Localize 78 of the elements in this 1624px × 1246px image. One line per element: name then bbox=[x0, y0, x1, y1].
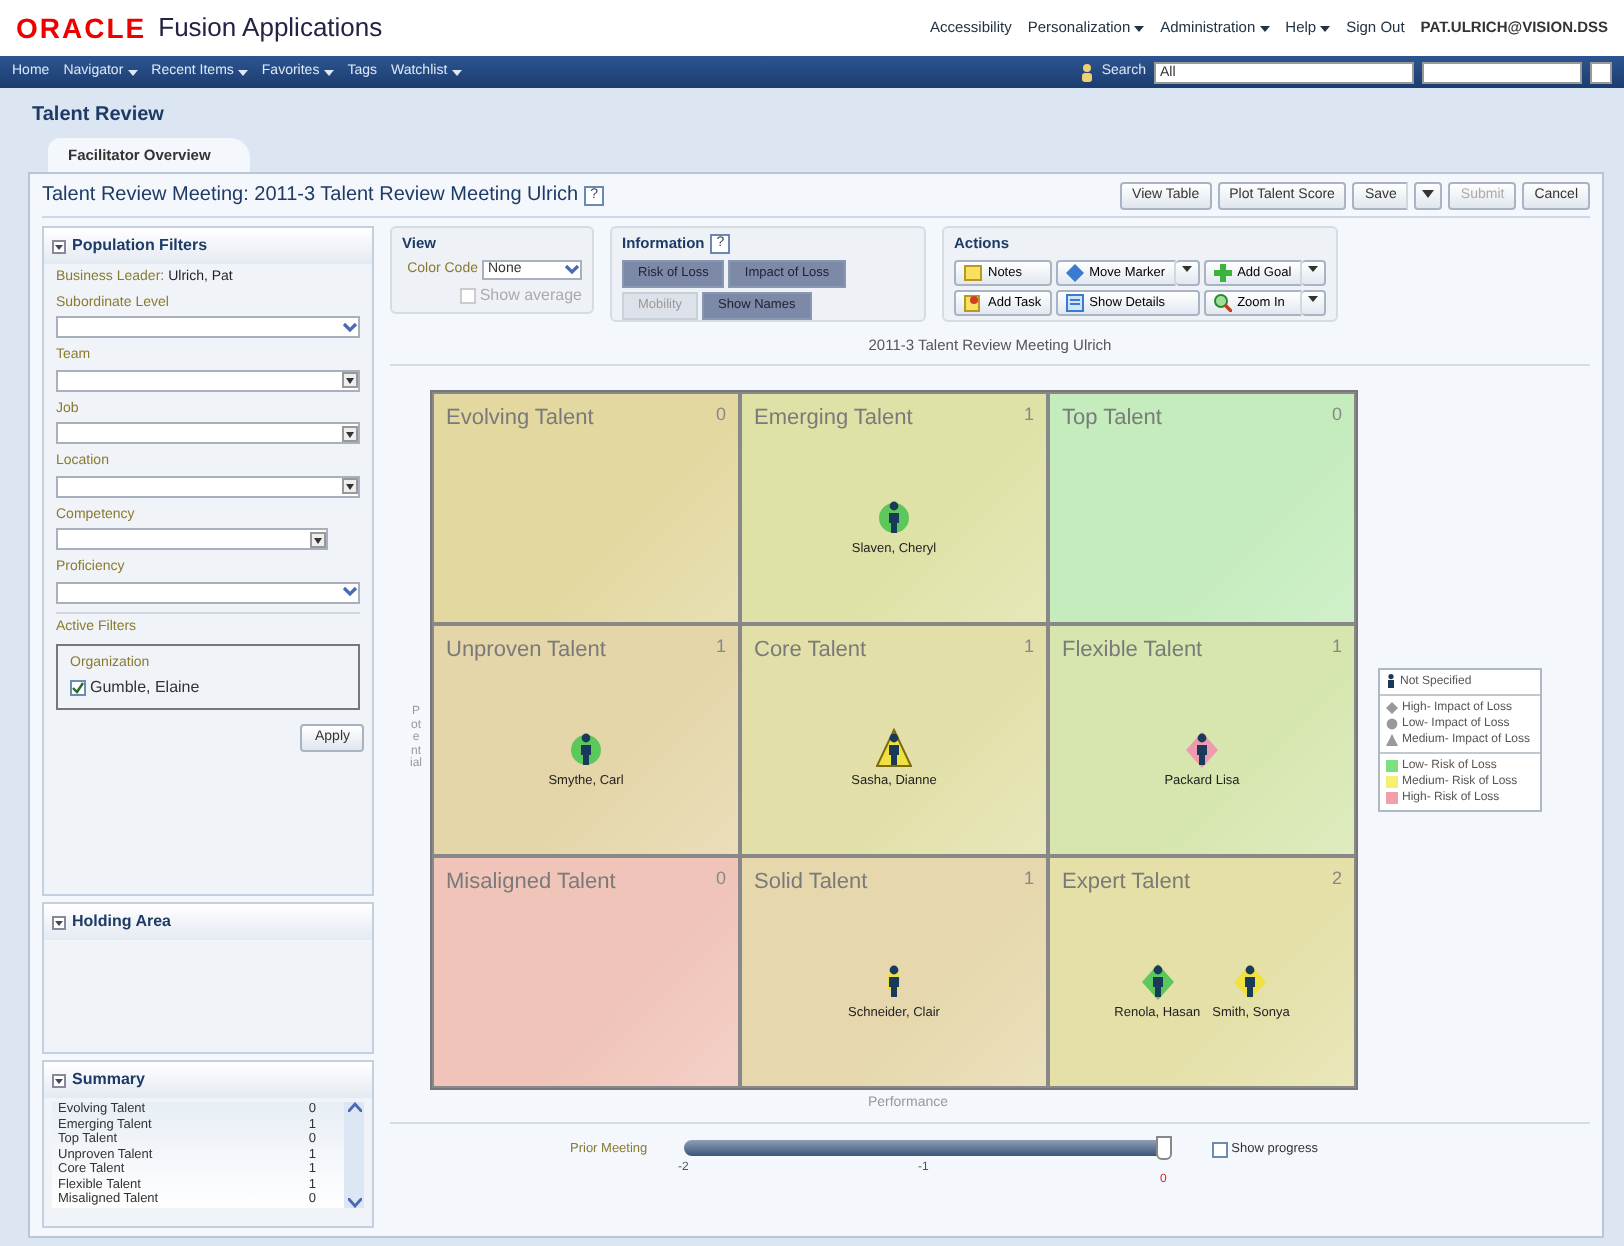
dropdown-field[interactable] bbox=[56, 581, 360, 604]
caret-icon bbox=[1307, 266, 1318, 273]
dropdown-icon bbox=[342, 372, 358, 389]
cell-title: Flexible Talent bbox=[1062, 635, 1203, 665]
checkbox-label: Show average bbox=[479, 284, 582, 308]
cell-count: 1 bbox=[1023, 865, 1034, 891]
cell-title: Emerging Talent bbox=[754, 403, 913, 433]
search-go-button[interactable] bbox=[1590, 61, 1612, 83]
person-marker-icon[interactable] bbox=[1139, 959, 1176, 1000]
dropdown-button[interactable] bbox=[1414, 181, 1443, 210]
caret-icon bbox=[1259, 25, 1270, 31]
oracle-logo: ORACLE bbox=[16, 9, 147, 47]
caret-icon bbox=[237, 69, 248, 75]
search-field[interactable] bbox=[1422, 61, 1582, 83]
cell-title: Core Talent bbox=[754, 635, 867, 665]
zoom-icon bbox=[1213, 293, 1232, 311]
chevron-icon bbox=[564, 261, 580, 278]
cell-count: 1 bbox=[1023, 633, 1034, 659]
checkbox[interactable] bbox=[1211, 1141, 1228, 1158]
dropdown-field[interactable] bbox=[56, 528, 328, 551]
cell-title: Misaligned Talent bbox=[446, 867, 616, 897]
dropdown-icon bbox=[310, 531, 326, 548]
scrollbar[interactable] bbox=[344, 1102, 364, 1208]
panel-title: Summary bbox=[72, 1068, 145, 1093]
chevron-icon bbox=[342, 319, 358, 336]
caret-icon bbox=[451, 69, 462, 75]
scroll-up-icon[interactable] bbox=[347, 1102, 361, 1113]
cell-count: 0 bbox=[1331, 401, 1342, 427]
caret-icon bbox=[323, 69, 334, 75]
panel-title: Holding Area bbox=[72, 910, 171, 935]
cell-count: 2 bbox=[1331, 865, 1342, 891]
person-marker-icon[interactable] bbox=[875, 727, 912, 768]
person-marker-icon[interactable] bbox=[1183, 727, 1220, 768]
cell-title: Top Talent bbox=[1062, 403, 1162, 433]
dropdown-button[interactable] bbox=[1175, 259, 1200, 285]
caret-icon bbox=[1307, 296, 1318, 303]
checkbox[interactable] bbox=[70, 679, 86, 696]
move-icon bbox=[1065, 263, 1084, 281]
slider-thumb[interactable] bbox=[1155, 1136, 1172, 1160]
cell-title: Unproven Talent bbox=[446, 635, 606, 665]
person-marker-icon[interactable] bbox=[1232, 959, 1269, 1000]
collapse-icon[interactable] bbox=[52, 915, 66, 930]
collapse-icon[interactable] bbox=[52, 1073, 66, 1088]
cell-count: 1 bbox=[715, 633, 726, 659]
scroll-down-icon[interactable] bbox=[347, 1197, 361, 1208]
product-name: Fusion Applications bbox=[158, 10, 383, 47]
caret-icon bbox=[127, 69, 138, 75]
collapse-icon[interactable] bbox=[52, 239, 66, 254]
cell-count: 0 bbox=[715, 865, 726, 891]
dropdown-button[interactable] bbox=[1301, 289, 1326, 315]
dropdown-button[interactable] bbox=[1301, 259, 1326, 285]
dropdown-field[interactable] bbox=[56, 316, 360, 339]
cell-count: 1 bbox=[1023, 401, 1034, 427]
plus-icon bbox=[1213, 263, 1232, 281]
dropdown-icon bbox=[342, 425, 358, 442]
dropdown-field[interactable] bbox=[56, 475, 360, 498]
note-icon bbox=[964, 263, 982, 281]
check-icon bbox=[72, 681, 84, 694]
page-title: Talent Review bbox=[30, 102, 166, 130]
caret-icon bbox=[1320, 25, 1331, 31]
dropdown-field[interactable] bbox=[56, 369, 360, 392]
caret-icon bbox=[1134, 25, 1145, 31]
dropdown-icon bbox=[342, 478, 358, 495]
caret-icon bbox=[1422, 189, 1435, 198]
task-icon bbox=[964, 293, 982, 311]
cell-title: Evolving Talent bbox=[446, 403, 594, 433]
cell-title: Solid Talent bbox=[754, 867, 868, 897]
chevron-icon bbox=[342, 584, 358, 601]
panel-title: Population Filters bbox=[72, 234, 208, 259]
cell-title: Expert Talent bbox=[1062, 867, 1191, 897]
person-icon bbox=[1079, 63, 1094, 81]
cell-count: 1 bbox=[1331, 633, 1342, 659]
details-icon bbox=[1065, 293, 1084, 311]
checkbox-label: Gumble, Elaine bbox=[90, 675, 200, 700]
cell-count: 0 bbox=[715, 401, 726, 427]
meeting-title: Talent Review Meeting: 2011-3 Talent Review Meeting Ulrich bbox=[42, 182, 579, 211]
dropdown-field[interactable] bbox=[56, 422, 360, 445]
caret-icon bbox=[1181, 266, 1192, 273]
